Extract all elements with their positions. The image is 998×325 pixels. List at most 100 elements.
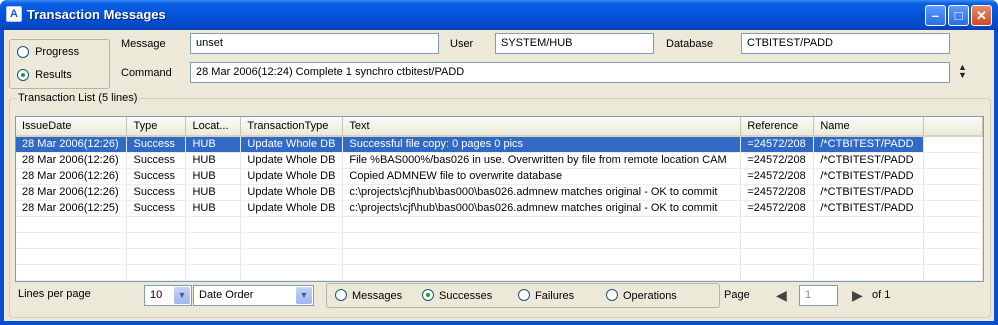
message-field[interactable]: unset xyxy=(190,33,439,54)
table-row[interactable]: 28 Mar 2006(12:26) Success HUB Update Wh… xyxy=(16,168,983,185)
failures-radio[interactable] xyxy=(518,289,530,302)
user-label: User xyxy=(450,38,474,50)
column-header-reference[interactable]: Reference xyxy=(740,117,815,137)
column-header-issuedate[interactable]: IssueDate xyxy=(16,117,128,137)
lines-per-page-select[interactable]: 10 ▼ xyxy=(144,285,192,306)
cell-transactiontype: Update Whole DB xyxy=(240,168,344,185)
chevron-down-icon[interactable]: ▼ xyxy=(296,287,312,304)
cell-name: /*CTBITEST/PADD xyxy=(813,184,925,201)
order-value: Date Order xyxy=(199,289,254,301)
lines-per-page-label: Lines per page xyxy=(18,288,91,300)
cell-location: HUB xyxy=(185,136,242,153)
cell-filler xyxy=(923,168,983,185)
dialog-client-area: Progress Results Message unset User SYST… xyxy=(4,30,994,321)
cell-filler xyxy=(923,184,983,201)
previous-page-icon[interactable]: ◀ xyxy=(776,287,787,304)
empty-row xyxy=(16,248,983,265)
operations-label: Operations xyxy=(623,290,677,302)
cell-issuedate: 28 Mar 2006(12:26) xyxy=(16,184,128,201)
mode-option-results[interactable]: Results xyxy=(17,69,72,82)
maximize-button[interactable]: □ xyxy=(948,5,969,26)
transaction-messages-window: A Transaction Messages – □ ✕ Progress Re… xyxy=(0,0,998,325)
table-row[interactable]: 28 Mar 2006(12:26) Success HUB Update Wh… xyxy=(16,136,983,153)
cell-transactiontype: Update Whole DB xyxy=(240,136,344,153)
database-field[interactable]: CTBITEST/PADD xyxy=(741,33,950,54)
window-title: Transaction Messages xyxy=(27,7,166,22)
progress-radio[interactable] xyxy=(17,46,29,59)
cell-type: Success xyxy=(126,152,187,169)
cell-text: Copied ADMNEW file to overwrite database xyxy=(342,168,742,185)
cell-name: /*CTBITEST/PADD xyxy=(813,168,925,185)
cell-type: Success xyxy=(126,136,187,153)
grid-header-row: IssueDate Type Locat... TransactionType … xyxy=(16,117,983,137)
messages-radio[interactable] xyxy=(335,289,347,302)
cell-type: Success xyxy=(126,200,187,217)
title-bar[interactable]: A Transaction Messages – □ ✕ xyxy=(0,0,998,30)
page-number-field[interactable]: 1 xyxy=(799,285,838,306)
empty-row xyxy=(16,232,983,249)
app-icon[interactable]: A xyxy=(6,6,22,22)
column-header-type[interactable]: Type xyxy=(126,117,187,137)
next-page-icon[interactable]: ▶ xyxy=(852,287,863,304)
cell-text: Successful file copy: 0 pages 0 pics xyxy=(342,136,742,153)
filter-group: Messages Successes Failures Operations xyxy=(326,283,720,308)
empty-row xyxy=(16,280,983,281)
filter-option-messages[interactable]: Messages xyxy=(335,289,403,302)
cell-filler xyxy=(923,136,983,153)
cell-location: HUB xyxy=(185,168,242,185)
filter-option-operations[interactable]: Operations xyxy=(606,289,677,302)
message-label: Message xyxy=(121,38,166,50)
column-header-transactiontype[interactable]: TransactionType xyxy=(240,117,344,137)
chevron-down-icon[interactable]: ▼ xyxy=(174,287,190,304)
table-row[interactable]: 28 Mar 2006(12:25) Success HUB Update Wh… xyxy=(16,200,983,217)
cell-filler xyxy=(923,200,983,217)
cell-transactiontype: Update Whole DB xyxy=(240,184,344,201)
cell-issuedate: 28 Mar 2006(12:25) xyxy=(16,200,128,217)
empty-row xyxy=(16,216,983,233)
cell-transactiontype: Update Whole DB xyxy=(240,152,344,169)
cell-reference: =24572/208 xyxy=(740,152,815,169)
transaction-grid[interactable]: IssueDate Type Locat... TransactionType … xyxy=(15,116,984,282)
messages-label: Messages xyxy=(352,290,403,302)
cell-location: HUB xyxy=(185,200,242,217)
operations-radio[interactable] xyxy=(606,289,618,302)
column-header-filler xyxy=(923,117,983,137)
command-spinner-icon[interactable]: ▲ ▼ xyxy=(958,63,967,80)
filter-option-successes[interactable]: Successes xyxy=(422,289,492,302)
cell-issuedate: 28 Mar 2006(12:26) xyxy=(16,152,128,169)
page-of-label: of 1 xyxy=(872,289,891,301)
cell-location: HUB xyxy=(185,152,242,169)
table-row[interactable]: 28 Mar 2006(12:26) Success HUB Update Wh… xyxy=(16,152,983,169)
cell-reference: =24572/208 xyxy=(740,184,815,201)
user-field[interactable]: SYSTEM/HUB xyxy=(495,33,654,54)
database-label: Database xyxy=(666,38,714,50)
mode-option-progress[interactable]: Progress xyxy=(17,46,80,59)
cell-reference: =24572/208 xyxy=(740,136,815,153)
close-button[interactable]: ✕ xyxy=(971,5,992,26)
minimize-button[interactable]: – xyxy=(925,5,946,26)
column-header-text[interactable]: Text xyxy=(342,117,742,137)
transaction-list-legend: Transaction List (5 lines) xyxy=(16,92,140,104)
successes-radio[interactable] xyxy=(422,289,434,302)
cell-reference: =24572/208 xyxy=(740,200,815,217)
lines-per-page-value: 10 xyxy=(150,289,163,301)
table-row[interactable]: 28 Mar 2006(12:26) Success HUB Update Wh… xyxy=(16,184,983,201)
page-label: Page xyxy=(724,289,750,301)
order-select[interactable]: Date Order ▼ xyxy=(193,285,314,306)
command-field[interactable]: 28 Mar 2006(12:24) Complete 1 synchro ct… xyxy=(190,62,950,83)
failures-label: Failures xyxy=(535,290,575,302)
cell-name: /*CTBITEST/PADD xyxy=(813,200,925,217)
cell-text: File %BAS000%/bas026 in use. Overwritten… xyxy=(342,152,742,169)
cell-location: HUB xyxy=(185,184,242,201)
results-radio[interactable] xyxy=(17,69,29,82)
cell-text: c:\projects\cjf\hub\bas000\bas026.admnew… xyxy=(342,200,742,217)
results-label: Results xyxy=(35,69,72,81)
column-header-name[interactable]: Name xyxy=(813,117,925,137)
cell-issuedate: 28 Mar 2006(12:26) xyxy=(16,136,128,153)
cell-type: Success xyxy=(126,184,187,201)
column-header-location[interactable]: Locat... xyxy=(185,117,242,137)
progress-label: Progress xyxy=(35,46,80,58)
cell-filler xyxy=(923,152,983,169)
mode-group: Progress Results xyxy=(9,39,110,89)
filter-option-failures[interactable]: Failures xyxy=(518,289,575,302)
